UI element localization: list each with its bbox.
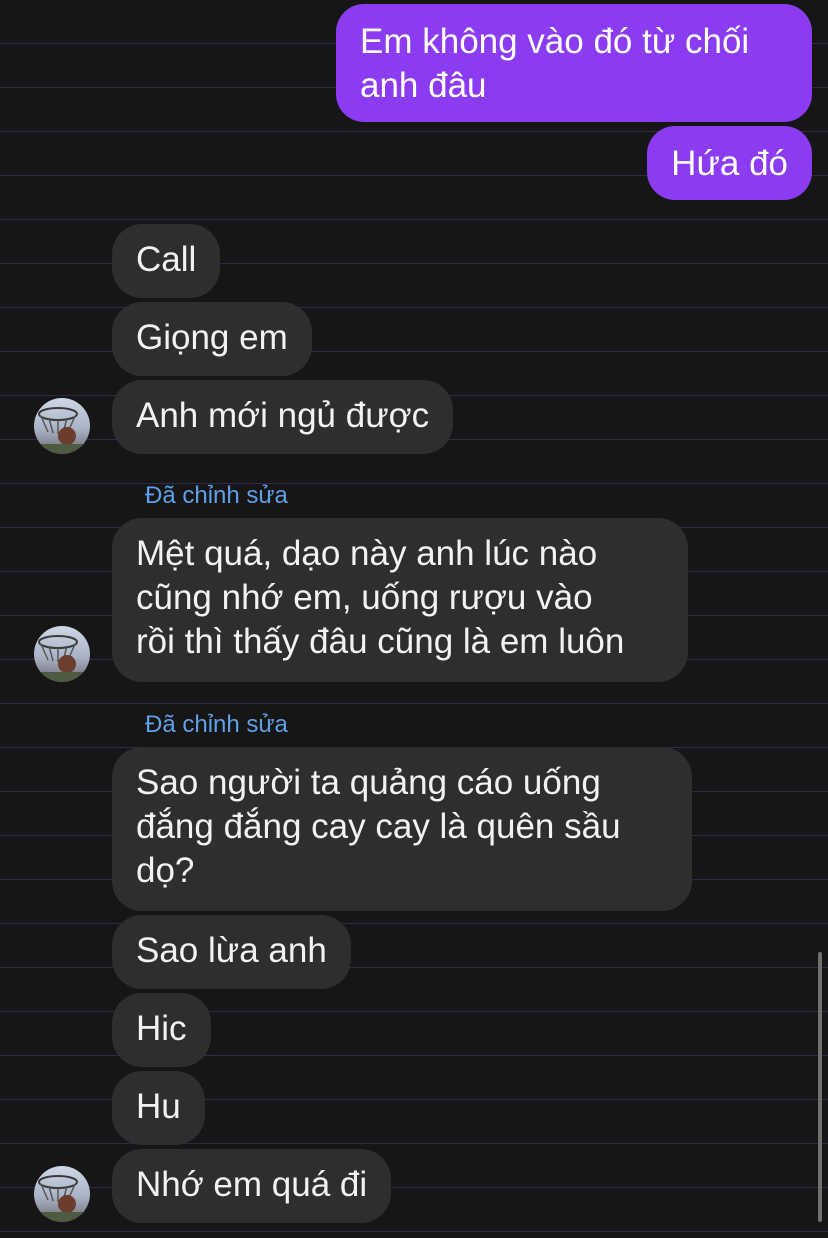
outgoing-message-bubble[interactable]: Hứa đó <box>647 126 812 200</box>
incoming-message-bubble[interactable]: Sao người ta quảng cáo uống đắng đắng ca… <box>112 747 692 911</box>
incoming-message-bubble[interactable]: Hu <box>112 1071 205 1145</box>
incoming-message-bubble[interactable]: Sao lừa anh <box>112 915 351 989</box>
incoming-message-bubble[interactable]: Anh mới ngủ được <box>112 380 454 454</box>
basketball-hoop-icon <box>34 635 90 682</box>
contact-avatar[interactable] <box>34 398 90 454</box>
contact-avatar[interactable] <box>34 626 90 682</box>
outgoing-message-bubble[interactable]: Em không vào đó từ chối anh đâu <box>336 4 812 122</box>
incoming-message-bubble[interactable]: Nhớ em quá đi <box>112 1149 392 1223</box>
edited-label: Đã chỉnh sửa <box>145 711 288 738</box>
incoming-message-bubble[interactable]: Hic <box>112 993 211 1067</box>
incoming-message-bubble[interactable]: Mệt quá, dạo này anh lúc nào cũng nhớ em… <box>112 518 688 682</box>
incoming-message-bubble[interactable]: Giọng em <box>112 302 312 376</box>
contact-avatar[interactable] <box>34 1166 90 1222</box>
edited-label: Đã chỉnh sửa <box>145 482 288 509</box>
scrollbar-thumb[interactable] <box>818 952 822 1222</box>
message-thread[interactable]: Em không vào đó từ chối anh đâu Hứa đó C… <box>0 0 828 1238</box>
incoming-message-bubble[interactable]: Call <box>112 224 221 298</box>
basketball-hoop-icon <box>34 407 90 454</box>
basketball-hoop-icon <box>34 1175 90 1222</box>
